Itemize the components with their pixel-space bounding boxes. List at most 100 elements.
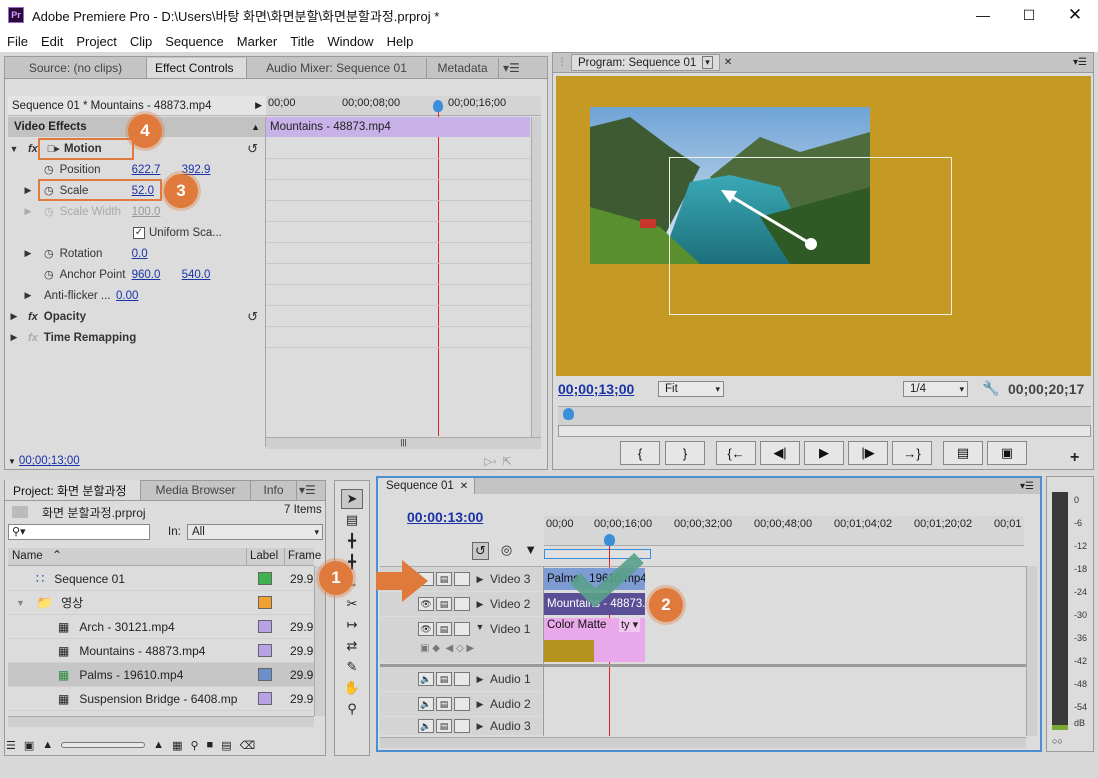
fit-select[interactable]: Fit ▾ [658,381,724,397]
expand-right-icon[interactable]: ▶ [474,574,486,585]
list-view-icon[interactable]: ☰ [6,739,16,752]
close-icon[interactable]: ✕ [1052,0,1098,30]
menu-title[interactable]: Title [283,34,320,49]
project-row-clip[interactable]: ▦ Mountains - 48873.mp4 29.9 [8,639,314,663]
ec-clip-bar[interactable]: Mountains - 48873.mp4 [266,117,530,137]
uniform-scale-checkbox[interactable]: ✓ [133,226,145,239]
go-to-in-button[interactable]: {← [716,441,756,465]
ec-time-ruler[interactable]: 00;00 00;00;08;00 00;00;16;00 [266,96,541,116]
track-lock-icon[interactable] [454,672,470,686]
minimize-icon[interactable]: — [960,0,1006,30]
pen-tool-icon[interactable]: ✎ [341,657,363,677]
icon-view-icon[interactable]: ▣ [24,739,34,752]
menu-project[interactable]: Project [69,34,122,49]
tab-media-browser[interactable]: Media Browser [141,480,251,500]
lift-button[interactable]: ▤ [943,441,983,465]
reset-icon[interactable]: ↺ [247,309,258,325]
project-row-clip[interactable]: ▦ Suspension Bridge - 6408.mp4 29.9 [8,687,314,711]
expand-right-icon[interactable]: ▶ [8,311,20,322]
time-remapping-row[interactable]: ▶ fx Time Remapping [8,327,266,348]
label-swatch[interactable] [258,692,272,705]
project-hscrollbar[interactable] [8,716,314,727]
expand-down-icon[interactable]: ▼ [474,622,486,632]
program-timecode[interactable]: 00;00;13;00 [558,381,634,397]
menu-help[interactable]: Help [380,34,420,49]
clip-fx-menu[interactable]: ty ▾ [619,618,641,632]
project-row-sequence[interactable]: ∷ Sequence 01 29.9 [8,567,314,591]
razor-tool-icon[interactable]: ✂ [341,594,363,614]
menu-clip[interactable]: Clip [123,34,158,49]
tab-metadata[interactable]: Metadata [427,58,499,78]
tab-effect-controls[interactable]: Effect Controls [147,58,247,78]
hand-tool-icon[interactable]: ✋ [341,678,363,698]
timeline-playhead-icon[interactable] [604,534,615,546]
tab-project[interactable]: Project: 화면 분할과정 [5,480,141,500]
panel-menu-icon[interactable]: ▾☰ [499,58,524,78]
solo-buttons-icon[interactable]: ○○ [1052,736,1063,746]
ec-hscrollbar[interactable]: ||| [266,437,541,449]
speaker-icon[interactable]: 🔈 [418,697,434,711]
track-lock-icon[interactable] [454,597,470,611]
col-name[interactable]: Name [12,550,43,562]
eye-toggle-icon[interactable]: 👁 [418,622,434,636]
project-row-clip[interactable]: ▦ Arch - 30121.mp4 29.9 [8,615,314,639]
tab-info[interactable]: Info [251,480,297,500]
position-y-value[interactable]: 392.9 [182,164,211,176]
zoom-slider[interactable] [61,742,146,748]
in-select[interactable]: All ▾ [187,524,323,540]
tab-program[interactable]: Program: Sequence 01 ▾ [571,54,720,71]
stopwatch-icon[interactable]: ◷ [44,268,54,281]
track-lock-icon[interactable] [454,697,470,711]
timeline-hscrollbar[interactable] [380,737,1026,748]
timeline-vscrollbar[interactable] [1026,566,1037,736]
menu-window[interactable]: Window [320,34,379,49]
panel-menu-icon[interactable]: ▾☰ [1020,481,1034,492]
wrench-icon[interactable]: 🔧 [982,380,999,397]
track-lock-icon[interactable] [454,719,470,733]
track-lock-icon[interactable] [454,622,470,636]
slide-tool-icon[interactable]: ⇄ [341,636,363,656]
extract-button[interactable]: ▣ [987,441,1027,465]
label-swatch[interactable] [258,596,272,609]
opacity-row[interactable]: ▶ fx Opacity ↺ [8,306,266,327]
menu-sequence[interactable]: Sequence [158,34,230,49]
reset-icon[interactable]: ↺ [247,141,258,157]
step-back-button[interactable]: ◀| [760,441,800,465]
track-select-tool-icon[interactable]: ▤ [341,510,363,530]
track-lock-icon[interactable] [454,572,470,586]
expand-right-icon[interactable]: ▶ [22,248,34,259]
program-playhead-icon[interactable] [563,408,574,420]
quality-select[interactable]: 1/4 ▾ [903,381,968,397]
mark-out-button[interactable]: } [665,441,705,465]
project-row-folder[interactable]: ▼ 📁 영상 [8,591,314,615]
close-tab-icon[interactable]: ✕ [724,57,732,68]
expand-right-icon[interactable]: ▶ [8,332,20,343]
project-search-input[interactable]: ⚲▾ [8,524,150,540]
zoom-tool-icon[interactable]: ⚲ [341,699,363,719]
expand-right-icon[interactable]: ▶ [474,721,486,732]
rotation-value[interactable]: 0.0 [132,248,148,260]
panel-menu-icon[interactable]: ▾☰ [1073,57,1087,68]
sync-lock-icon[interactable]: ▤ [436,719,452,733]
expand-down-icon[interactable]: ▼ [8,144,20,154]
panel-menu-icon[interactable]: ▾☰ [297,480,318,500]
timeline-timecode[interactable]: 00:00:13:00 [407,509,483,525]
trash-icon[interactable]: ⌫ [240,739,256,752]
maximize-icon[interactable]: ☐ [1006,0,1052,30]
add-marker-icon[interactable]: ◎ [501,542,512,560]
sync-lock-icon[interactable]: ▤ [436,622,452,636]
label-swatch[interactable] [258,644,272,657]
sort-up-icon[interactable]: ⌃ [52,548,62,562]
stopwatch-icon[interactable]: ◷ [44,163,54,176]
label-swatch[interactable] [258,668,272,681]
new-item-icon[interactable]: ▤ [221,739,231,752]
menu-marker[interactable]: Marker [230,34,283,49]
col-label[interactable]: Label [250,550,278,562]
sync-lock-icon[interactable]: ▤ [436,597,452,611]
play-button[interactable]: ▶ [804,441,844,465]
automate-icon[interactable]: ▦ [172,739,182,752]
program-zoom-bar[interactable] [558,425,1091,437]
speaker-icon[interactable]: 🔈 [418,719,434,733]
menu-file[interactable]: File [0,34,34,49]
sync-lock-icon[interactable]: ▤ [436,572,452,586]
